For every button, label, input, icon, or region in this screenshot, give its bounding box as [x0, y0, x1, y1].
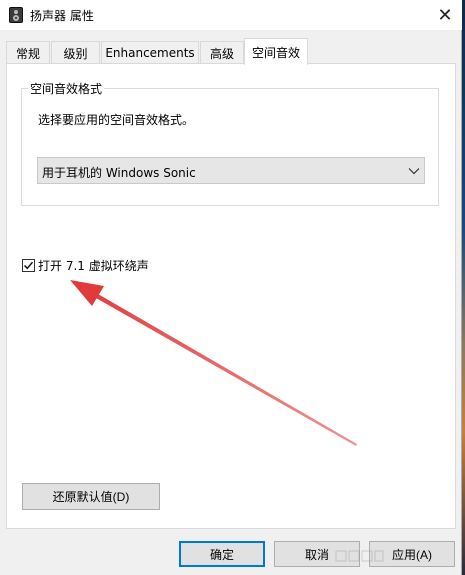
- tab-spatial-sound[interactable]: 空间音效: [244, 38, 308, 65]
- ok-button[interactable]: 确定: [179, 541, 265, 567]
- virtual-surround-checkbox[interactable]: [22, 258, 35, 272]
- speaker-properties-dialog: 扬声器 属性 ✕ 常规 级别 Enhancements 高级 空间音效 空间音效…: [0, 0, 462, 575]
- tab-advanced[interactable]: 高级: [200, 41, 244, 64]
- checkbox-label: 打开 7.1 虚拟环绕声: [38, 258, 149, 273]
- group-description: 选择要应用的空间音效格式。: [38, 113, 195, 127]
- tab-enhancements[interactable]: Enhancements: [101, 41, 199, 64]
- chevron-down-icon: [408, 165, 420, 177]
- tab-levels[interactable]: 级别: [51, 41, 100, 64]
- title-bar: 扬声器 属性 ✕: [0, 0, 462, 30]
- checkmark-icon: [23, 261, 34, 269]
- watermark: [335, 549, 385, 563]
- tab-panel-spatial-sound: 空间音效格式 选择要应用的空间音效格式。 用于耳机的 Windows Sonic…: [6, 63, 456, 529]
- restore-defaults-button[interactable]: 还原默认值(D): [22, 483, 160, 510]
- tab-general[interactable]: 常规: [6, 41, 50, 64]
- select-value: 用于耳机的 Windows Sonic: [42, 166, 196, 180]
- window-title: 扬声器 属性: [30, 9, 94, 23]
- virtual-surround-option[interactable]: 打开 7.1 虚拟环绕声: [22, 256, 149, 274]
- spatial-sound-format-group: 空间音效格式 选择要应用的空间音效格式。 用于耳机的 Windows Sonic: [21, 80, 439, 206]
- spatial-format-select[interactable]: 用于耳机的 Windows Sonic: [37, 157, 425, 184]
- group-title: 空间音效格式: [28, 80, 105, 97]
- close-icon[interactable]: ✕: [432, 2, 458, 28]
- speaker-icon: [9, 7, 23, 23]
